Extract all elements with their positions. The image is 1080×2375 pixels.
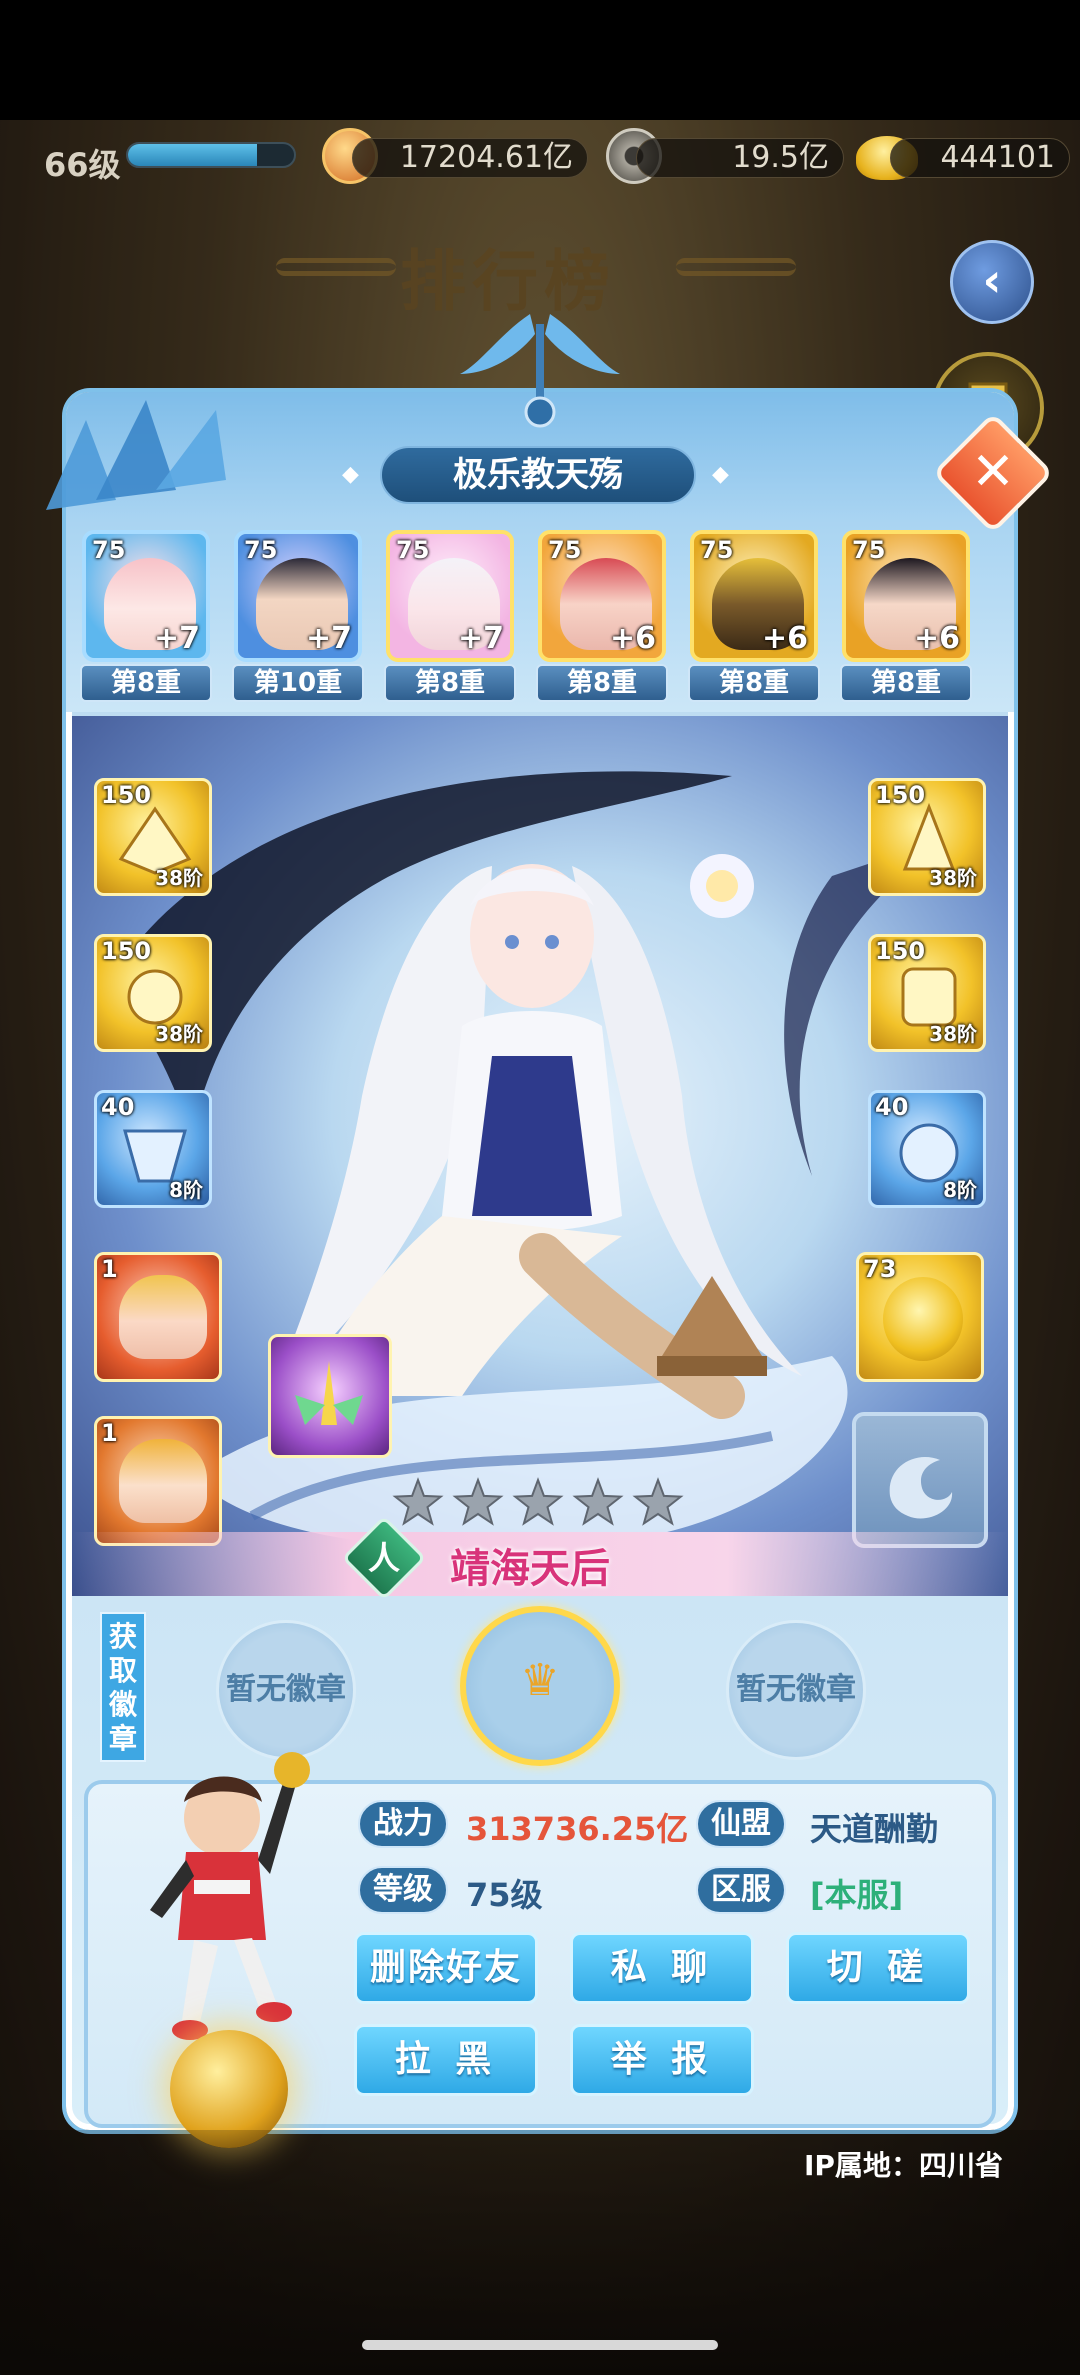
server-value: [本服]	[810, 1876, 904, 1914]
team-name: 极乐教天殇	[380, 446, 696, 504]
xp-progress-bar	[126, 142, 296, 168]
power-label: 战力	[358, 1800, 448, 1848]
equipment-slot[interactable]: 40 8阶	[94, 1090, 212, 1208]
pet-portrait	[119, 1439, 207, 1523]
star-icon	[572, 1477, 624, 1526]
fan-ornament-icon	[46, 400, 226, 510]
player-level: 66级	[44, 146, 121, 184]
star-icon	[512, 1477, 564, 1526]
equipment-slot[interactable]: 150 38阶	[868, 934, 986, 1052]
back-button[interactable]: ‹	[950, 240, 1034, 324]
delete-friend-button[interactable]: 删除好友	[354, 1932, 538, 2004]
report-button[interactable]: 举 报	[570, 2024, 754, 2096]
server-label: 区服	[696, 1866, 786, 1914]
team-tier-label: 第8重	[688, 664, 820, 702]
star-icon	[632, 1477, 684, 1526]
duel-button[interactable]: 切 磋	[786, 1932, 970, 2004]
team-hero-slot[interactable]: 75 +6	[690, 530, 818, 662]
team-hero-slot[interactable]: 75 +6	[538, 530, 666, 662]
team-tier-label: 第10重	[232, 664, 364, 702]
team-tier-label: 第8重	[80, 664, 212, 702]
equipment-slot[interactable]: 150 38阶	[94, 778, 212, 896]
ip-location: IP属地：四川省	[804, 2149, 1003, 2182]
home-indicator[interactable]	[362, 2340, 718, 2350]
ribbon-ornament-icon	[460, 314, 620, 428]
team-hero-slot[interactable]: 75 +7	[234, 530, 362, 662]
faction-label: 人	[367, 1539, 400, 1577]
team-hero-slot[interactable]: 75 +6	[842, 530, 970, 662]
wing-sword-icon	[295, 1361, 363, 1425]
guild-value: 天道酬勤	[810, 1810, 939, 1848]
coins-amount: 19.5亿	[636, 138, 844, 178]
badge-emblem-icon: ♛	[520, 1655, 560, 1706]
equipment-slot[interactable]: 40 8阶	[868, 1090, 986, 1208]
pet-slot[interactable]: 1	[94, 1416, 222, 1546]
level-label: 等级	[358, 1866, 448, 1914]
equipment-slot[interactable]: 150 38阶	[94, 934, 212, 1052]
guild-label: 仙盟	[696, 1800, 786, 1848]
hero-name: 靖海天后	[450, 1546, 610, 1592]
pet-portrait	[119, 1275, 207, 1359]
treasure-slot[interactable]: 73	[856, 1252, 984, 1382]
power-value: 313736.25亿	[466, 1810, 689, 1848]
star-icon	[392, 1477, 444, 1526]
equipment-slot[interactable]: 150 38阶	[868, 778, 986, 896]
team-hero-slot[interactable]: 75 +7	[386, 530, 514, 662]
block-button[interactable]: 拉 黑	[354, 2024, 538, 2096]
close-icon[interactable]: ✕	[950, 430, 1036, 516]
star-icon	[452, 1477, 504, 1526]
hero-star-rating	[392, 1477, 684, 1526]
ingots-amount: 444101	[890, 138, 1070, 178]
badge-slot-left[interactable]: 暂无徽章	[216, 1620, 356, 1760]
team-tier-label: 第8重	[840, 664, 972, 702]
private-chat-button[interactable]: 私 聊	[570, 1932, 754, 2004]
game-screen: { "resources": { "level": "66级", "level_…	[0, 0, 1080, 2375]
dragon-crest-icon[interactable]	[852, 1412, 988, 1548]
team-tier-label: 第8重	[384, 664, 516, 702]
status-bar	[0, 0, 1080, 120]
pet-slot[interactable]: 1	[94, 1252, 222, 1382]
team-hero-slot[interactable]: 75 +7	[82, 530, 210, 662]
gold-amount: 17204.61亿	[352, 138, 588, 178]
level-value: 75级	[466, 1876, 543, 1914]
team-tier-label: 第8重	[536, 664, 668, 702]
badge-slot-right[interactable]: 暂无徽章	[726, 1620, 866, 1760]
back-arrow-icon: ‹	[982, 253, 1002, 307]
player-avatar[interactable]	[134, 1740, 314, 2060]
artifact-slot[interactable]	[268, 1334, 392, 1458]
treasure-orb-icon	[883, 1277, 963, 1361]
